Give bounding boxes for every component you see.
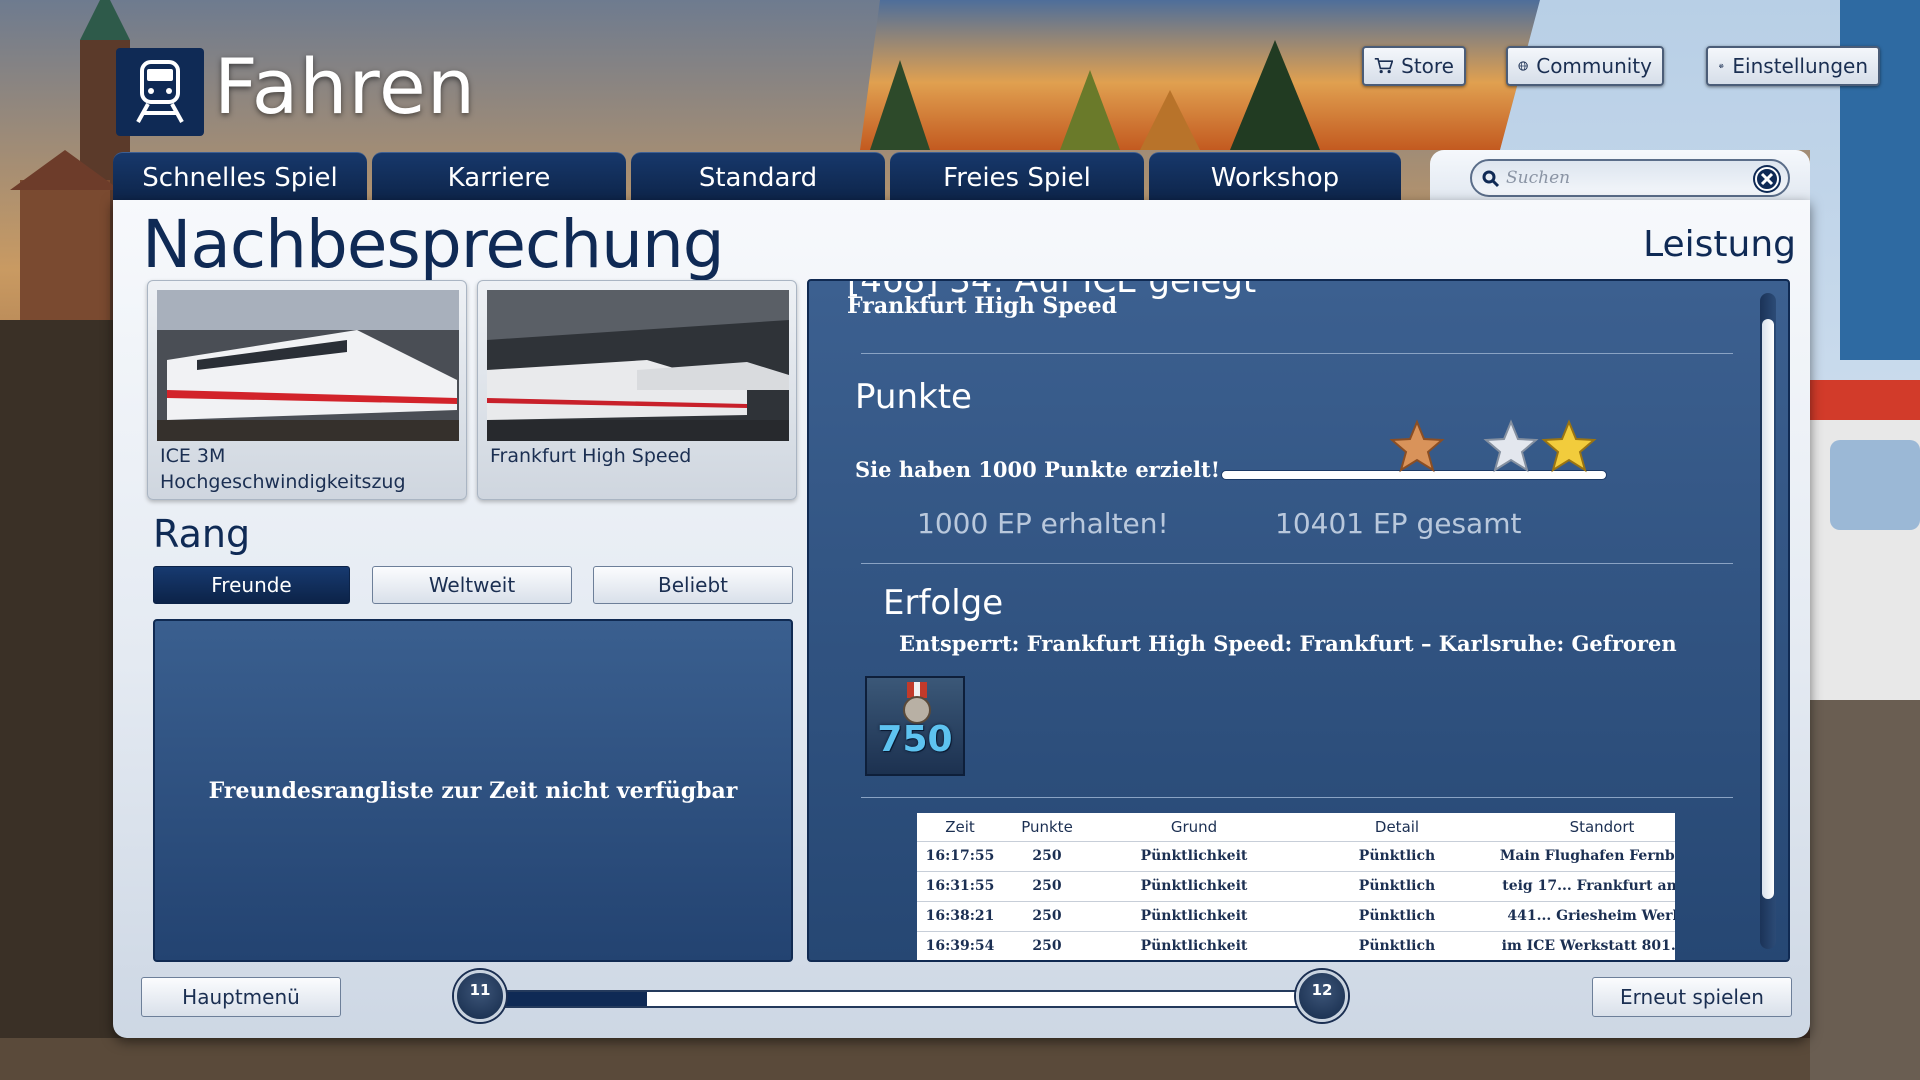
divider bbox=[861, 353, 1733, 354]
leaderboard-panel: Freundesrangliste zur Zeit nicht verfügb… bbox=[153, 619, 793, 962]
settings-label: Einstellungen bbox=[1732, 54, 1868, 78]
cell-reason: Pünktlichkeit bbox=[1091, 840, 1297, 871]
rank-title: Rang bbox=[153, 512, 251, 556]
achievement-badge[interactable]: 750 bbox=[865, 676, 965, 776]
train-icon bbox=[136, 60, 184, 123]
col-points: Punkte bbox=[1021, 817, 1073, 836]
results-panel[interactable]: [468] 34: Auf ICE gelegt Frankfurt High … bbox=[807, 279, 1790, 962]
level-progress-fill bbox=[482, 992, 648, 1006]
performance-title: Leistung bbox=[1643, 224, 1796, 265]
cell-location: im ICE Werkstatt 801... G bbox=[1497, 930, 1675, 960]
points-title: Punkte bbox=[855, 377, 972, 417]
scrollbar-thumb[interactable] bbox=[1762, 319, 1774, 899]
rank-tab-friends[interactable]: Freunde bbox=[153, 566, 350, 604]
cell-points: 250 bbox=[1003, 930, 1091, 960]
gold-star-icon bbox=[1541, 419, 1597, 473]
achievements-title: Erfolge bbox=[883, 583, 1004, 623]
divider bbox=[861, 797, 1733, 798]
leaderboard-empty-message: Freundesrangliste zur Zeit nicht verfügb… bbox=[208, 777, 738, 804]
settings-button[interactable]: Einstellungen bbox=[1706, 46, 1880, 86]
tab-workshop[interactable]: Workshop bbox=[1149, 152, 1401, 202]
table-row: 16:38:21 250 Pünktlichkeit Pünktlich 441… bbox=[917, 900, 1675, 931]
cell-detail: Pünktlich bbox=[1297, 840, 1497, 871]
silver-star-icon bbox=[1483, 419, 1539, 473]
cell-time: 16:17:55 bbox=[917, 840, 1003, 871]
table-row: 16:39:54 250 Pünktlichkeit Pünktlich im … bbox=[917, 930, 1675, 960]
cell-points: 250 bbox=[1003, 900, 1091, 931]
app-title: Fahren bbox=[214, 42, 476, 131]
table-header: Zeit Punkte Grund Detail Standort bbox=[917, 813, 1675, 841]
replay-button[interactable]: Erneut spielen bbox=[1592, 977, 1792, 1017]
train-card[interactable]: ICE 3M Hochgeschwindigkeitszug bbox=[147, 280, 467, 500]
cell-points: 250 bbox=[1003, 870, 1091, 901]
community-button[interactable]: Community bbox=[1506, 46, 1664, 86]
route-name: Frankfurt High Speed bbox=[847, 293, 1118, 319]
table-row: 16:17:55 250 Pünktlichkeit Pünktlich Mai… bbox=[917, 840, 1675, 871]
tab-career[interactable]: Karriere bbox=[372, 152, 626, 202]
search-box[interactable] bbox=[1470, 159, 1790, 197]
results-scrollbar[interactable] bbox=[1760, 293, 1776, 949]
tab-free-play[interactable]: Freies Spiel bbox=[890, 152, 1144, 202]
col-detail: Detail bbox=[1374, 817, 1420, 836]
cell-detail: Pünktlich bbox=[1297, 870, 1497, 901]
divider bbox=[861, 563, 1733, 564]
cell-points: 250 bbox=[1003, 840, 1091, 871]
page-title: Nachbesprechung bbox=[142, 206, 725, 283]
community-label: Community bbox=[1536, 54, 1652, 78]
rank-tab-worldwide[interactable]: Weltweit bbox=[372, 566, 572, 604]
cell-reason: Pünktlichkeit bbox=[1091, 930, 1297, 960]
main-menu-button[interactable]: Hauptmenü bbox=[141, 977, 341, 1017]
cell-location: Main Flughafen Fernbahn bbox=[1497, 840, 1675, 871]
train-image bbox=[157, 290, 459, 441]
ep-total: 10401 EP gesamt bbox=[1275, 507, 1522, 540]
search-input[interactable] bbox=[1506, 165, 1746, 191]
score-table: Zeit Punkte Grund Detail Standort 16:17:… bbox=[917, 813, 1675, 960]
app-logo bbox=[116, 48, 204, 136]
cell-detail: Pünktlich bbox=[1297, 900, 1497, 931]
train-card-subtitle: Hochgeschwindigkeitszug bbox=[160, 471, 406, 493]
cell-time: 16:39:54 bbox=[917, 930, 1003, 960]
store-label: Store bbox=[1401, 54, 1454, 78]
cell-reason: Pünktlichkeit bbox=[1091, 900, 1297, 931]
achievement-badge-value: 750 bbox=[877, 719, 953, 760]
col-location: Standort bbox=[1569, 817, 1635, 836]
level-progress-track bbox=[480, 990, 1310, 1008]
col-reason: Grund bbox=[1170, 817, 1218, 836]
next-level-badge: 12 bbox=[1296, 970, 1348, 1022]
route-card-title: Frankfurt High Speed bbox=[490, 445, 692, 467]
cell-location: 441... Griesheim Werkst bbox=[1497, 900, 1675, 931]
tab-quick-game[interactable]: Schnelles Spiel bbox=[113, 152, 367, 202]
cell-detail: Pünktlich bbox=[1297, 930, 1497, 960]
cell-time: 16:38:21 bbox=[917, 900, 1003, 931]
current-level-badge: 11 bbox=[454, 970, 506, 1022]
cell-reason: Pünktlichkeit bbox=[1091, 870, 1297, 901]
ep-earned: 1000 EP erhalten! bbox=[917, 507, 1169, 540]
search-icon bbox=[1482, 170, 1500, 188]
points-summary: Sie haben 1000 Punkte erzielt! bbox=[855, 457, 1220, 482]
cell-location: teig 17... Frankfurt am M bbox=[1497, 870, 1675, 901]
cart-icon bbox=[1374, 58, 1394, 74]
route-image bbox=[487, 290, 789, 441]
train-card-title: ICE 3M bbox=[160, 445, 226, 467]
gear-icon bbox=[1719, 63, 1724, 69]
cell-time: 16:31:55 bbox=[917, 870, 1003, 901]
globe-icon bbox=[1518, 61, 1528, 71]
achievement-unlocked-text: Entsperrt: Frankfurt High Speed: Frankfu… bbox=[899, 631, 1677, 656]
store-button[interactable]: Store bbox=[1362, 46, 1466, 86]
table-row: 16:31:55 250 Pünktlichkeit Pünktlich tei… bbox=[917, 870, 1675, 901]
bronze-star-icon bbox=[1389, 419, 1445, 473]
route-card[interactable]: Frankfurt High Speed bbox=[477, 280, 797, 500]
tab-standard[interactable]: Standard bbox=[631, 152, 885, 202]
col-time: Zeit bbox=[945, 817, 975, 836]
rank-tab-popular[interactable]: Beliebt bbox=[593, 566, 793, 604]
clear-search-icon[interactable] bbox=[1752, 164, 1782, 194]
